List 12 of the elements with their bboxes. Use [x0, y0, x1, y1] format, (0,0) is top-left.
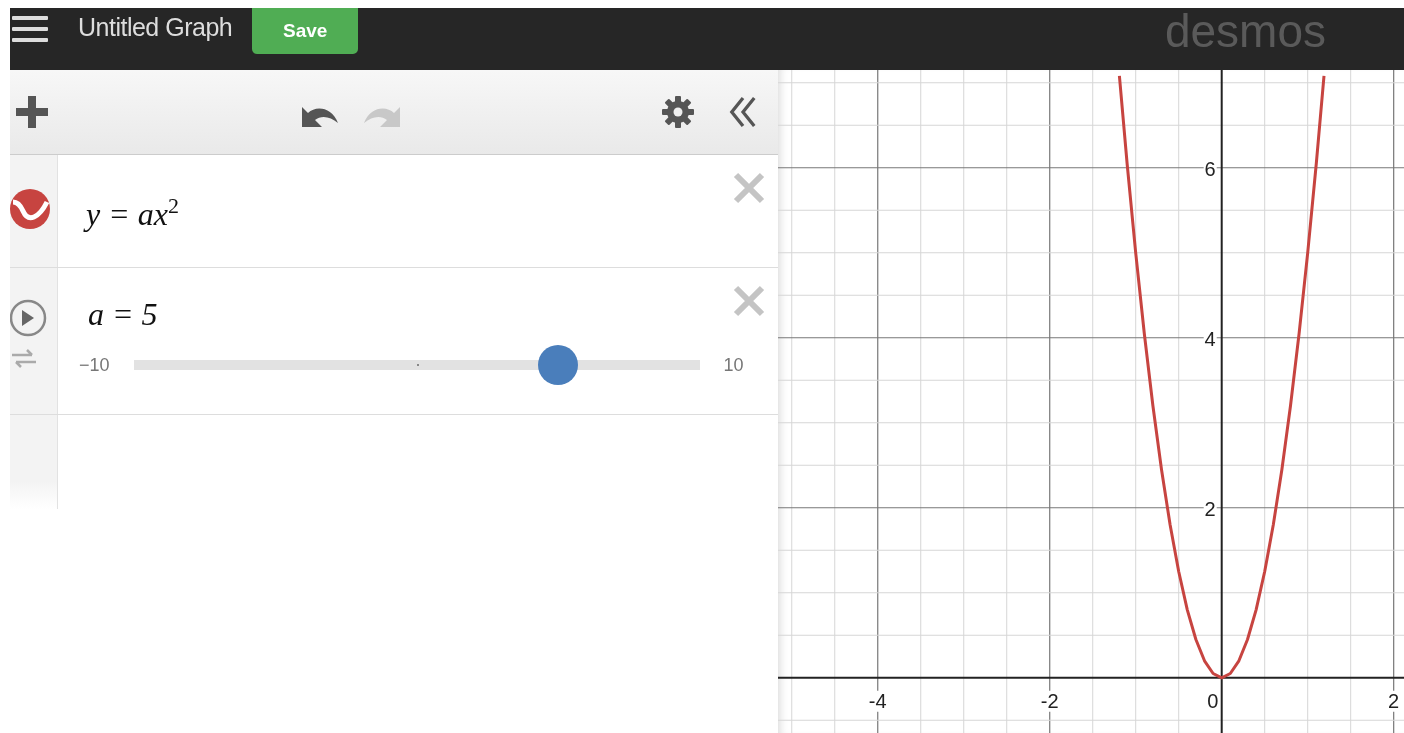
- math-expression[interactable]: a = 5: [88, 296, 158, 333]
- axis-tick-label: 0: [1207, 689, 1219, 712]
- axis-tick-label: -4: [868, 689, 887, 712]
- axis-tick-label: -2: [1040, 689, 1059, 712]
- graph-chart[interactable]: -4 -2 0 2 2 4 6: [778, 70, 1404, 733]
- axis-tick-label: 4: [1204, 327, 1216, 350]
- axis-tick-label: 2: [1204, 497, 1216, 520]
- axis-tick-label: 6: [1204, 157, 1216, 180]
- slider-min[interactable]: −10: [79, 354, 110, 376]
- graph-title[interactable]: Untitled Graph: [78, 13, 233, 42]
- slider-max[interactable]: 10: [723, 354, 744, 376]
- axis-tick-label: 2: [1388, 689, 1400, 712]
